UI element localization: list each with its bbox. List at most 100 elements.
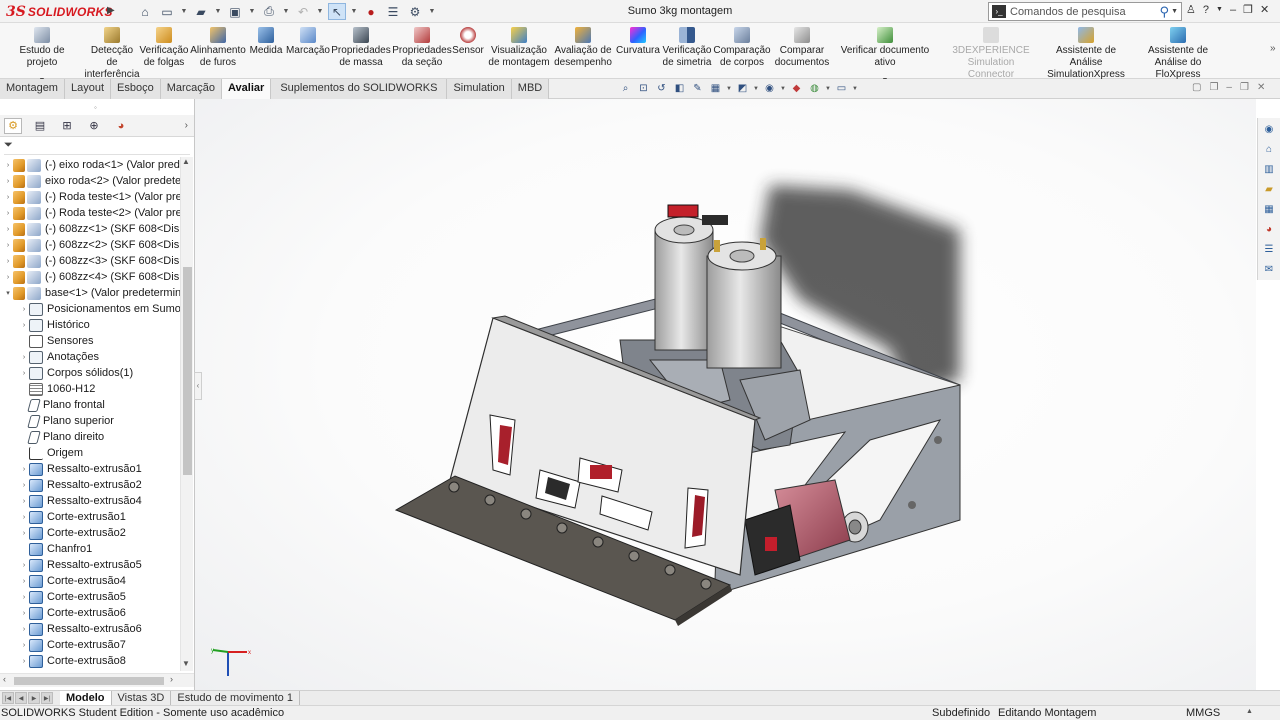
mass-properties-button[interactable]: Propriedades de massa — [331, 27, 391, 69]
user-icon[interactable]: ♙ — [1186, 3, 1196, 16]
chevron-down-icon[interactable]: ▼ — [1216, 6, 1223, 13]
scroll-thumb[interactable] — [183, 267, 192, 475]
chevron-right-icon[interactable]: › — [19, 466, 29, 473]
chevron-right-icon[interactable]: » — [1270, 43, 1276, 54]
chevron-down-icon[interactable]: ▼ — [428, 3, 436, 20]
select-icon[interactable]: ↖ — [328, 3, 346, 20]
chevron-right-icon[interactable]: › — [3, 258, 13, 265]
home-icon[interactable]: ⌂ — [1262, 141, 1277, 157]
scroll-right-icon[interactable]: › — [170, 674, 173, 684]
tree-item[interactable]: › Corte-extrusão1 — [19, 509, 126, 525]
chevron-right-icon[interactable]: › — [3, 242, 13, 249]
check-active-document-button[interactable]: Verificar documento ativo ▼ — [832, 27, 938, 85]
solidworks-resources-icon[interactable]: ◉ — [1262, 121, 1277, 137]
chevron-down-icon[interactable]: ▼ — [350, 3, 358, 20]
tree-item[interactable]: › Anotações — [19, 349, 99, 365]
chevron-right-icon[interactable]: › — [19, 626, 29, 633]
chevron-down-icon[interactable]: ▼ — [852, 81, 858, 96]
chevron-right-icon[interactable]: › — [3, 210, 13, 217]
tab-suplementos[interactable]: Suplementos do SOLIDWORKS — [271, 79, 448, 99]
menu-expand-icon[interactable]: ▶ — [107, 5, 115, 16]
chevron-up-icon[interactable]: ▲ — [1246, 708, 1253, 715]
graphics-area[interactable]: y x — [195, 99, 1256, 690]
tile-icon[interactable]: ▢ — [1192, 82, 1201, 93]
featuremanager-icon[interactable]: ⚙ — [4, 117, 22, 134]
compare-bodies-button[interactable]: Comparação de corpos — [713, 27, 771, 69]
section-view-icon[interactable]: ◧ — [672, 81, 687, 96]
forum-icon[interactable]: ✉ — [1262, 261, 1277, 277]
floxpress-button[interactable]: Assistente de Análise do FloXpress — [1134, 27, 1222, 81]
panel-splitter[interactable]: ‹ — [194, 372, 202, 400]
tree-item[interactable]: › Corte-extrusão5 — [19, 589, 126, 605]
tree-item[interactable]: › Corte-extrusão4 — [19, 573, 126, 589]
chevron-right-icon[interactable]: › — [19, 354, 29, 361]
chevron-right-icon[interactable]: › — [19, 482, 29, 489]
file-properties-icon[interactable]: ☰ — [384, 3, 402, 20]
display-style-icon[interactable]: ◩ — [735, 81, 750, 96]
new-icon[interactable]: ▭ — [158, 3, 176, 20]
propertymanager-icon[interactable]: ▤ — [31, 118, 49, 134]
compare-documents-button[interactable]: Comparar documentos — [774, 27, 830, 69]
open-icon[interactable]: ▰ — [192, 3, 210, 20]
tree-item[interactable]: ▾ base<1> (Valor predetermina — [3, 285, 180, 301]
close-icon[interactable]: ✕ — [1260, 3, 1269, 16]
close-icon[interactable]: ✕ — [1257, 82, 1265, 93]
units-selector[interactable]: MMGS — [1186, 707, 1220, 719]
search-input[interactable]: Comandos de pesquisa — [1010, 6, 1160, 18]
tab-vistas-3d[interactable]: Vistas 3D — [112, 691, 172, 706]
tree-item[interactable]: › Corpos sólidos(1) — [19, 365, 133, 381]
symmetry-check-button[interactable]: Verificação de simetria — [662, 27, 712, 69]
filter-bar[interactable]: ⏷ — [4, 139, 190, 155]
home-icon[interactable]: ⌂ — [136, 3, 154, 20]
curvature-button[interactable]: Curvatura — [614, 27, 662, 57]
horizontal-scrollbar[interactable]: ‹ › — [0, 673, 194, 687]
tree-item[interactable]: › eixo roda<2> (Valor predeter — [3, 173, 180, 189]
chevron-right-icon[interactable]: › — [19, 322, 29, 329]
tree-item[interactable]: › Corte-extrusão8 — [19, 653, 126, 669]
print-icon[interactable]: ⎙ — [260, 3, 278, 20]
clearance-verification-button[interactable]: Verificação de folgas — [140, 27, 188, 69]
chevron-down-icon[interactable]: ▼ — [180, 3, 188, 20]
performance-evaluation-button[interactable]: Avaliação de desempenho — [554, 27, 612, 69]
options-icon[interactable]: ⚙ — [406, 3, 424, 20]
chevron-right-icon[interactable]: › — [3, 194, 13, 201]
next-tab-icon[interactable]: ▶ — [28, 692, 40, 704]
chevron-right-icon[interactable]: › — [19, 578, 29, 585]
tree-item[interactable]: › Ressalto-extrusão1 — [19, 461, 142, 477]
solidworks-logo[interactable]: 3S SOLIDWORKS — [6, 3, 113, 20]
tree-item[interactable]: › (-) Roda teste<2> (Valor prec — [3, 205, 180, 221]
previous-tab-icon[interactable]: ◀ — [15, 692, 27, 704]
simulationxpress-button[interactable]: Assistente de Análise SimulationXpress — [1040, 27, 1132, 81]
scroll-thumb[interactable] — [14, 677, 164, 685]
dimxpert-icon[interactable]: ⊕ — [85, 118, 103, 134]
zoom-to-fit-icon[interactable]: ⌕ — [618, 81, 633, 96]
zoom-to-area-icon[interactable]: ⊡ — [636, 81, 651, 96]
chevron-right-icon[interactable]: › — [3, 178, 13, 185]
tree-item[interactable]: › Ressalto-extrusão2 — [19, 477, 142, 493]
tab-montagem[interactable]: Montagem — [0, 79, 65, 99]
chevron-down-icon[interactable]: ▼ — [214, 3, 222, 20]
chevron-down-icon[interactable]: ▼ — [316, 3, 324, 20]
panel-grip-icon[interactable]: ◦ — [94, 103, 97, 112]
appearances-icon[interactable]: ◕ — [1262, 221, 1277, 237]
first-tab-icon[interactable]: |◀ — [2, 692, 14, 704]
tree-item[interactable]: › Posicionamentos em Sumo 3k — [19, 301, 180, 317]
search-box[interactable]: ›_ Comandos de pesquisa ⚲ ▼ — [988, 2, 1182, 21]
last-tab-icon[interactable]: ▶| — [41, 692, 53, 704]
tree-item[interactable]: › Histórico — [19, 317, 90, 333]
chevron-right-icon[interactable]: › — [3, 162, 13, 169]
tree-item[interactable]: › Corte-extrusão2 — [19, 525, 126, 541]
scroll-down-icon[interactable]: ▼ — [182, 659, 190, 668]
tree-item[interactable]: › Ressalto-extrusão6 — [19, 621, 142, 637]
tree-item[interactable]: 1060-H12 — [19, 381, 95, 397]
undo-icon[interactable]: ↶ — [294, 3, 312, 20]
custom-properties-icon[interactable]: ☰ — [1262, 241, 1277, 257]
tree-item[interactable]: › (-) Roda teste<1> (Valor prec — [3, 189, 180, 205]
chevron-down-icon[interactable]: ▼ — [753, 81, 759, 96]
tab-esboco[interactable]: Esboço — [111, 79, 161, 99]
tree-item[interactable]: › (-) eixo roda<1> (Valor predet — [3, 157, 180, 173]
configurationmanager-icon[interactable]: ⊞ — [58, 118, 76, 134]
hide-show-icon[interactable]: ◉ — [762, 81, 777, 96]
chevron-down-icon[interactable]: ▼ — [248, 3, 256, 20]
minimize-icon[interactable]: – — [1226, 82, 1232, 93]
